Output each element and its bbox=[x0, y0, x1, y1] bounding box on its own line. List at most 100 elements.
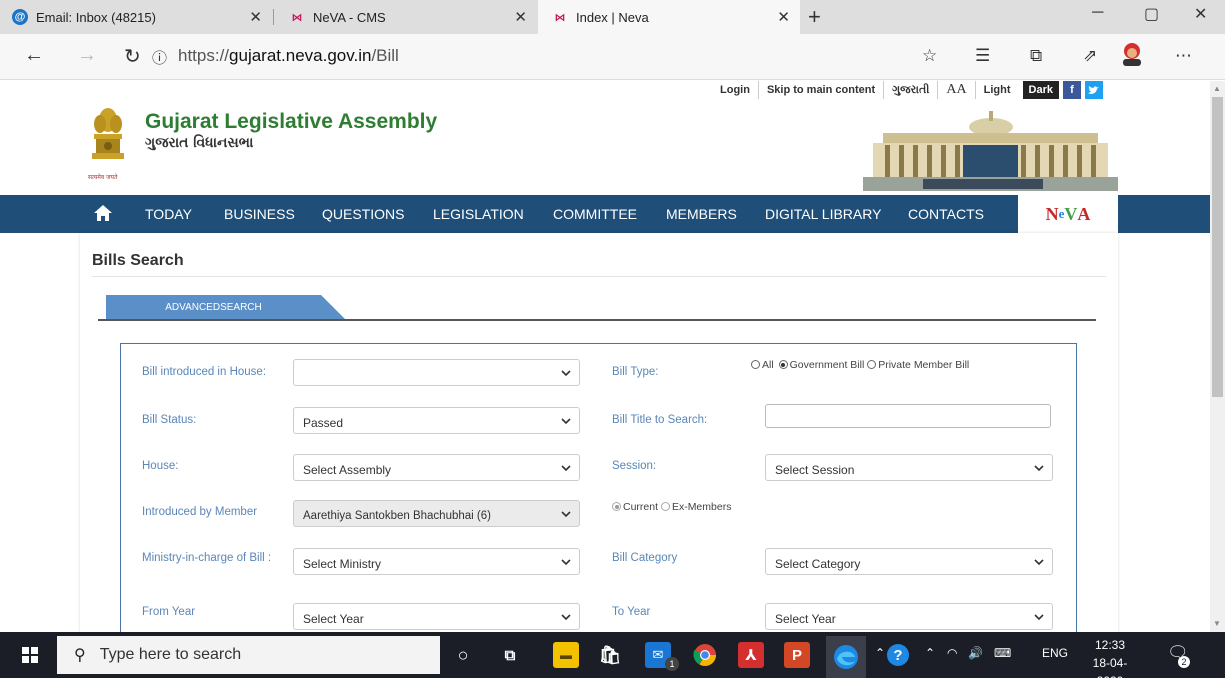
browser-tab-bar: @ Email: Inbox (48215) ✕ ⋈ NeVA - CMS ✕ … bbox=[0, 0, 1225, 34]
skip-to-main-link[interactable]: Skip to main content bbox=[759, 81, 885, 99]
close-icon[interactable]: ✕ bbox=[777, 8, 790, 26]
profile-avatar-icon[interactable] bbox=[1121, 42, 1143, 71]
info-icon[interactable]: ⓘ bbox=[152, 47, 167, 68]
gujarati-language-link[interactable]: ગુજરાતી bbox=[884, 81, 939, 99]
close-icon[interactable]: ✕ bbox=[514, 8, 527, 26]
home-icon[interactable] bbox=[93, 204, 113, 222]
address-bar: ← → ↻ ⓘ https://gujarat.neva.gov.in/Bill… bbox=[0, 34, 1225, 80]
session-select[interactable]: Select Session bbox=[765, 454, 1053, 481]
member-type-current[interactable]: Current bbox=[612, 501, 658, 513]
nav-contacts[interactable]: CONTACTS bbox=[908, 206, 984, 222]
share-icon[interactable]: ⇗ bbox=[1083, 46, 1097, 66]
tab-underline bbox=[98, 319, 1096, 321]
radio-checked-icon bbox=[778, 360, 788, 369]
bill-type-government[interactable]: Government Bill bbox=[778, 359, 864, 371]
cortana-icon[interactable]: ○ bbox=[450, 642, 476, 668]
powerpoint-icon[interactable]: P bbox=[784, 642, 810, 668]
bill-house-label: Bill introduced in House: bbox=[142, 366, 267, 378]
member-type-ex[interactable]: Ex-Members bbox=[660, 501, 732, 513]
member-type-current-label: Current bbox=[623, 501, 659, 513]
acrobat-icon[interactable]: ⅄ bbox=[738, 642, 764, 668]
dark-theme-button[interactable]: Dark bbox=[1022, 81, 1059, 99]
forward-icon[interactable]: → bbox=[77, 44, 97, 67]
login-link[interactable]: Login bbox=[712, 81, 759, 99]
collections-icon[interactable]: ⧉ bbox=[1030, 46, 1042, 66]
from-year-label: From Year bbox=[142, 606, 196, 618]
from-year-value: Select Year bbox=[303, 612, 364, 626]
nav-today[interactable]: TODAY bbox=[145, 206, 192, 222]
house-select[interactable]: Select Assembly bbox=[293, 454, 580, 481]
member-select[interactable]: Aarethiya Santokben Bhachubhai (6) bbox=[293, 500, 580, 527]
font-size-toggle[interactable]: AA bbox=[938, 81, 976, 99]
nav-business[interactable]: BUSINESS bbox=[224, 206, 295, 222]
show-hidden-icons-icon[interactable]: ⌃ bbox=[925, 646, 935, 660]
tab-index-neva[interactable]: ⋈ Index | Neva ✕ bbox=[538, 0, 800, 34]
ministry-select[interactable]: Select Ministry bbox=[293, 548, 580, 575]
emblem-caption: सत्यमेव जयते bbox=[88, 174, 118, 181]
bill-type-all[interactable]: All bbox=[751, 359, 774, 371]
member-type-ex-label: Ex-Members bbox=[671, 501, 732, 513]
store-icon[interactable]: 🛍 bbox=[597, 642, 623, 668]
bill-title-input[interactable] bbox=[765, 404, 1051, 428]
favorites-icon[interactable]: ☰ bbox=[975, 46, 990, 66]
system-tray-chevron-icon[interactable]: ⌃ bbox=[875, 646, 885, 660]
keyboard-icon[interactable]: ⌨ bbox=[994, 646, 1011, 660]
scroll-up-icon[interactable]: ▲ bbox=[1213, 84, 1221, 93]
task-view-icon[interactable]: ⧉ bbox=[497, 642, 523, 668]
nav-digital-library[interactable]: DIGITAL LIBRARY bbox=[765, 206, 881, 222]
chrome-icon[interactable] bbox=[692, 642, 718, 668]
bill-type-private-label: Private Member Bill bbox=[878, 359, 970, 371]
chevron-down-icon bbox=[561, 559, 571, 566]
taskbar-search[interactable]: ⚲ Type here to search bbox=[57, 636, 440, 674]
chevron-down-icon bbox=[1034, 559, 1044, 566]
page-scrollbar[interactable]: ▲ ▼ bbox=[1210, 81, 1225, 632]
nav-committee[interactable]: COMMITTEE bbox=[553, 206, 637, 222]
nav-members[interactable]: MEMBERS bbox=[666, 206, 737, 222]
refresh-icon[interactable]: ↻ bbox=[124, 44, 141, 69]
tab-title: NeVA - CMS bbox=[313, 9, 386, 25]
back-icon[interactable]: ← bbox=[24, 44, 44, 67]
twitter-icon[interactable] bbox=[1084, 81, 1103, 99]
facebook-icon[interactable]: f bbox=[1062, 81, 1081, 99]
windows-taskbar: ⚲ Type here to search ○ ⧉ ▬ 🛍 ✉ 1 ⅄ P ⌃ … bbox=[0, 632, 1225, 678]
maximize-icon[interactable]: ▢ bbox=[1144, 4, 1159, 24]
bill-house-select[interactable] bbox=[293, 359, 580, 386]
to-year-select[interactable]: Select Year bbox=[765, 603, 1053, 630]
windows-start-icon[interactable] bbox=[22, 647, 38, 663]
radio-icon bbox=[867, 360, 877, 369]
radio-icon bbox=[660, 502, 670, 511]
nav-legislation[interactable]: LEGISLATION bbox=[433, 206, 524, 222]
nav-questions[interactable]: QUESTIONS bbox=[322, 206, 404, 222]
tab-email[interactable]: @ Email: Inbox (48215) ✕ bbox=[0, 0, 272, 34]
light-theme-button[interactable]: Light bbox=[976, 81, 1019, 99]
network-icon[interactable]: ◠ bbox=[947, 646, 957, 660]
taskbar-search-placeholder: Type here to search bbox=[99, 646, 242, 663]
window-close-icon[interactable]: ✕ bbox=[1194, 4, 1207, 24]
volume-icon[interactable]: 🔊 bbox=[968, 646, 983, 660]
scroll-down-icon[interactable]: ▼ bbox=[1213, 619, 1221, 628]
from-year-select[interactable]: Select Year bbox=[293, 603, 580, 630]
language-indicator[interactable]: ENG bbox=[1042, 646, 1068, 660]
url-field[interactable]: https://gujarat.neva.gov.in/Bill bbox=[178, 46, 399, 66]
ministry-value: Select Ministry bbox=[303, 557, 382, 571]
edge-icon[interactable] bbox=[826, 636, 866, 678]
new-tab-icon[interactable]: + bbox=[808, 4, 821, 30]
star-icon[interactable]: ☆ bbox=[922, 46, 937, 66]
help-icon[interactable]: ? bbox=[887, 644, 909, 666]
more-icon[interactable]: ⋯ bbox=[1175, 46, 1192, 66]
minimize-icon[interactable]: ─ bbox=[1092, 4, 1103, 22]
tab-neva-cms[interactable]: ⋈ NeVA - CMS ✕ bbox=[275, 0, 537, 34]
bill-status-select[interactable]: Passed bbox=[293, 407, 580, 434]
file-explorer-icon[interactable]: ▬ bbox=[553, 642, 579, 668]
assembly-building-image bbox=[863, 105, 1118, 191]
url-prefix: https:// bbox=[178, 46, 230, 65]
category-label: Bill Category bbox=[612, 552, 678, 564]
close-icon[interactable]: ✕ bbox=[249, 8, 262, 26]
site-title[interactable]: Gujarat Legislative Assembly bbox=[145, 110, 437, 134]
tab-advanced-search[interactable]: ADVANCEDSEARCH bbox=[106, 295, 346, 320]
bill-type-private[interactable]: Private Member Bill bbox=[867, 359, 969, 371]
system-clock[interactable]: 12:33 18-04-2020 bbox=[1080, 636, 1140, 678]
scrollbar-thumb[interactable] bbox=[1212, 97, 1223, 397]
category-select[interactable]: Select Category bbox=[765, 548, 1053, 575]
neva-logo[interactable]: NeVA bbox=[1018, 195, 1118, 233]
